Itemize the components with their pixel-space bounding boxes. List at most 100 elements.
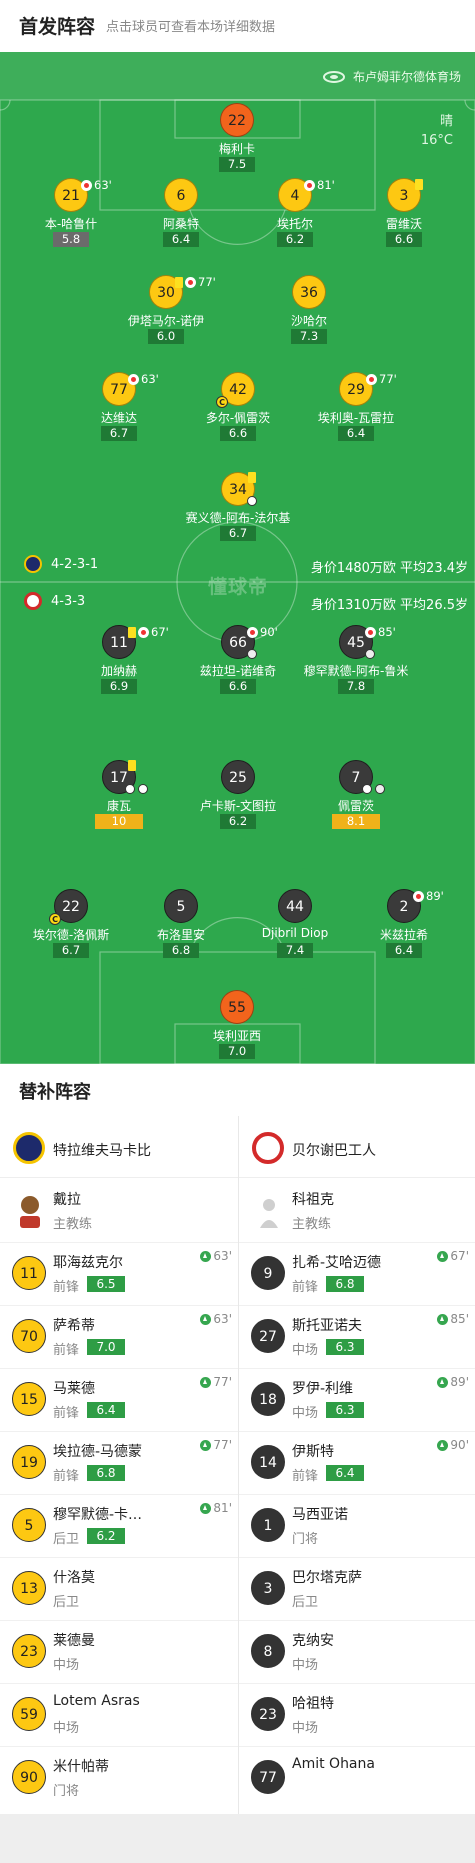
sub-player-row[interactable]: 3 巴尔塔克萨 后卫: [239, 1557, 475, 1619]
player-number: 36: [292, 275, 326, 309]
sub-player-row[interactable]: 70 萨希蒂 前锋 7.0 63': [0, 1305, 238, 1367]
sub-player-row[interactable]: 23 哈祖特 中场: [239, 1683, 475, 1745]
sub-position: 前锋: [292, 1280, 319, 1295]
sub-position: 前锋: [53, 1406, 80, 1421]
sub-in-minute: 77': [200, 1375, 232, 1389]
sub-name: 罗伊-利维: [292, 1381, 354, 1397]
lineup-header: 首发阵容 点击球员可查看本场详细数据: [0, 0, 475, 52]
weather-condition: 晴: [439, 114, 453, 129]
player-away-rm[interactable]: 7 佩雷茨 8.1: [286, 760, 426, 860]
sub-in-minute: 81': [200, 1501, 232, 1515]
coach-name: 戴拉: [53, 1192, 81, 1208]
player-name: 雷维沃: [385, 217, 422, 231]
home-team-name: 特拉维夫马卡比: [53, 1143, 151, 1159]
yellow-card-event: [415, 179, 423, 190]
home-team-row[interactable]: 特拉维夫马卡比: [0, 1116, 238, 1178]
sub-player-row[interactable]: 14 伊斯特 前锋 6.4 90': [239, 1431, 475, 1493]
sub-name: 穆罕默德-卡…: [53, 1507, 143, 1523]
sub-player-row[interactable]: 27 斯托亚诺夫 中场 6.3 85': [239, 1305, 475, 1367]
player-name: 埃利奥-瓦雷拉: [317, 411, 395, 425]
player-name: 穆罕默德-阿布-鲁米: [303, 664, 409, 678]
away-team-name: 贝尔谢巴工人: [292, 1143, 376, 1159]
sub-player-row[interactable]: 1 马西亚诺 门将: [239, 1494, 475, 1556]
sub-rating: 6.5: [87, 1276, 125, 1292]
sub-player-row[interactable]: 18 罗伊-利维 中场 6.3 89': [239, 1368, 475, 1430]
sub-player-row[interactable]: 5 穆罕默德-卡… 后卫 6.2 81': [0, 1494, 238, 1556]
pitch: 布卢姆菲尔德体育场 晴 16°C 懂球帝 4-2-3-1 身价1480万欧 平均…: [0, 52, 475, 1064]
sub-number: 13: [12, 1571, 46, 1605]
sub-position: 中场: [292, 1721, 319, 1736]
sub-position: 中场: [53, 1658, 80, 1673]
boot-icon: [375, 784, 385, 794]
yellow-card-icon: [415, 179, 423, 190]
home-coach[interactable]: 戴拉 主教练: [0, 1180, 238, 1242]
player-home-dm2[interactable]: 36 沙哈尔 7.3: [239, 275, 379, 375]
sub-player-row[interactable]: 13 什洛莫 后卫: [0, 1557, 238, 1619]
player-name: 沙哈尔: [290, 314, 327, 328]
yellow-card-icon: [175, 276, 183, 288]
player-rating: 7.3: [291, 329, 327, 344]
sub-number: 59: [12, 1697, 46, 1731]
player-rating: 10: [95, 814, 143, 829]
sub-number: 70: [12, 1319, 46, 1353]
player-number: 6: [164, 178, 198, 212]
sub-player-row[interactable]: 77 Amit Ohana: [239, 1746, 475, 1808]
player-name: 梅利卡: [218, 142, 255, 156]
ball-icon: [247, 496, 257, 506]
goal-assist-event: [362, 784, 386, 794]
coach-role: 主教练: [292, 1217, 332, 1232]
ball-icon: [125, 784, 135, 794]
sub-player-row[interactable]: 15 马莱德 前锋 6.4 77': [0, 1368, 238, 1430]
sub-in-icon: [437, 1376, 449, 1388]
player-number: 44: [278, 889, 312, 923]
sub-number: 19: [12, 1445, 46, 1479]
sub-number: 9: [251, 1256, 285, 1290]
away-team-row[interactable]: 贝尔谢巴工人: [239, 1116, 475, 1178]
player-rating: 6.4: [163, 232, 199, 247]
player-home-st[interactable]: 34 赛义德-阿布-法尔基 6.7: [168, 472, 308, 572]
sub-name: 扎希-艾哈迈德: [292, 1255, 382, 1271]
sub-in-minute: 63': [200, 1312, 232, 1326]
sub-in-minute: 90': [437, 1438, 469, 1452]
captain-badge: C: [216, 396, 228, 408]
sub-in-icon: [437, 1313, 449, 1325]
player-home-rb[interactable]: 3 雷维沃 6.6: [334, 178, 474, 278]
sub-player-row[interactable]: 59 Lotem Asras 中场: [0, 1683, 238, 1745]
sub-player-row[interactable]: 8 克纳安 中场: [239, 1620, 475, 1682]
sub-player-row[interactable]: 19 埃拉德-马德蒙 前锋 6.8 77': [0, 1431, 238, 1493]
sub-in-icon: [437, 1439, 449, 1451]
yellow-card-event: [128, 760, 136, 771]
goal-event: [247, 496, 258, 506]
sub-player-row[interactable]: 11 耶海兹克尔 前锋 6.5 63': [0, 1242, 238, 1304]
sub-rating: 6.8: [87, 1465, 125, 1481]
home-bench: 特拉维夫马卡比 戴拉 主教练 11 耶海兹克尔 前锋 6.5 63' 70 萨希蒂 前锋 7.0…: [0, 1116, 238, 1814]
sub-rating: 6.4: [326, 1465, 364, 1481]
assist-event: [247, 649, 258, 659]
sub-out-icon: [138, 626, 149, 638]
away-bench: 贝尔谢巴工人 科祖克 主教练 9 扎希-艾哈迈德 前锋 6.8 67' 27 斯托亚诺夫 中场…: [238, 1116, 475, 1814]
player-rating: 8.1: [332, 814, 380, 829]
player-home-dm1[interactable]: 30 77' 伊塔马尔-诺伊 6.0: [96, 275, 236, 375]
sub-out-event: 90': [247, 625, 278, 639]
player-home-ram[interactable]: 29 77' 埃利奥-瓦雷拉 6.4: [286, 372, 426, 472]
player-away-rb[interactable]: 2 89' 米兹拉希 6.4: [334, 889, 474, 989]
player-name: 米兹拉希: [379, 928, 428, 942]
sub-player-row[interactable]: 90 米什帕蒂 门将: [0, 1746, 238, 1808]
sub-number: 8: [251, 1634, 285, 1668]
sub-out-icon: [128, 373, 139, 385]
sub-number: 23: [251, 1697, 285, 1731]
player-number: 25: [221, 760, 255, 794]
sub-position: 前锋: [53, 1469, 80, 1484]
player-away-gk[interactable]: 55 埃利亚西 7.0: [167, 990, 307, 1064]
sub-position: 中场: [292, 1343, 319, 1358]
sub-out-icon: [365, 626, 376, 638]
player-away-rw[interactable]: 45 85' 穆罕默德-阿布-鲁米 7.8: [286, 625, 426, 725]
sub-position: 中场: [292, 1658, 319, 1673]
sub-rating: 6.8: [326, 1276, 364, 1292]
sub-rating: 6.3: [326, 1402, 364, 1418]
sub-position: 中场: [292, 1406, 319, 1421]
sub-in-minute: 63': [200, 1249, 232, 1263]
away-coach[interactable]: 科祖克 主教练: [239, 1180, 475, 1242]
sub-player-row[interactable]: 23 莱德曼 中场: [0, 1620, 238, 1682]
sub-player-row[interactable]: 9 扎希-艾哈迈德 前锋 6.8 67': [239, 1242, 475, 1304]
